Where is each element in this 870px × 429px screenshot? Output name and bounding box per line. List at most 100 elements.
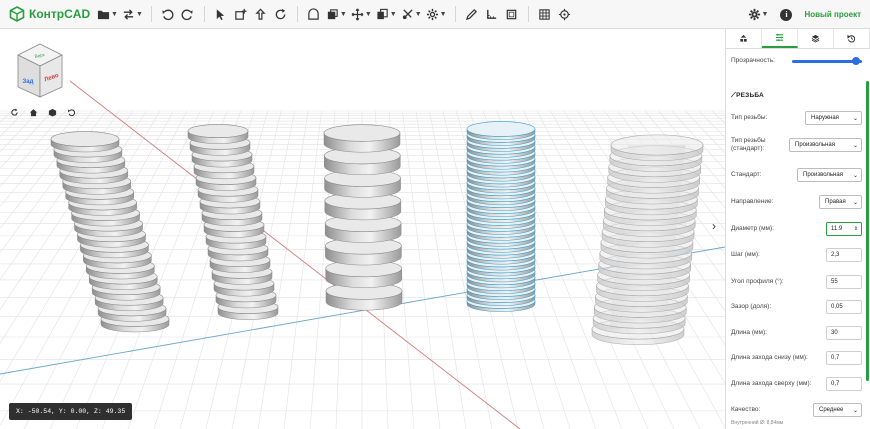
draw-group [462,0,522,29]
direction-select[interactable]: Правая ⌄ [819,195,862,209]
bolt-coarse-thread[interactable] [323,124,403,311]
select-tool-button[interactable] [211,3,231,25]
upload-icon [255,8,267,20]
view-cube[interactable]: Верх Зад Лево [10,41,70,103]
thread-ridge-top [323,124,401,142]
thread-type-value: Наружная [811,115,839,121]
bolt-selected-thread[interactable] [466,121,536,312]
info-button[interactable]: i [776,4,796,26]
tab-history[interactable] [834,29,870,48]
transparency-slider[interactable] [792,57,862,65]
thread-ridge-top [187,124,249,138]
shape-button[interactable] [304,3,324,25]
import-export-button[interactable]: ▼ [120,3,145,25]
settings-menu-button[interactable]: ▼ [424,3,449,25]
lead-top-input[interactable]: 0,7 [826,377,862,391]
tab-objects[interactable] [726,29,762,48]
section-title-text: РЕЗЬБА [736,92,764,99]
lead-bottom-input[interactable]: 0,7 [826,351,862,365]
inner-diameter-hint: Внутренний Ø: 8,84мм [731,420,784,426]
home-icon [29,109,38,117]
measure-button[interactable] [482,3,502,25]
thread-ridge-top [610,134,704,156]
grid-line [712,110,725,124]
pitch-row: Шаг (мм): 2,3 [731,248,862,262]
project-name[interactable]: Новый проект [804,10,861,19]
thread-type-select[interactable]: Наружная ⌄ [805,111,862,125]
target-icon [558,8,571,20]
direction-row: Направление: Правая ⌄ [731,195,862,209]
modifier-menu-button[interactable]: ▼ [399,3,424,25]
undo-view-button[interactable] [65,106,78,119]
lead-top-label: Длина захода сверху (мм): [731,380,812,387]
transparency-slider-handle[interactable] [852,57,860,65]
pencil-icon [465,8,478,20]
undo-button[interactable] [158,3,178,25]
direction-label: Направление: [731,198,774,205]
tab-layers[interactable] [798,29,834,48]
scene-canvas[interactable] [0,29,725,429]
quality-value: Среднее [819,407,844,413]
home-view-button[interactable] [27,106,40,119]
undo-icon [162,9,174,20]
extrude-button[interactable] [251,3,271,25]
diameter-input[interactable]: 11.9 ⇕ [826,222,862,236]
grid-toggle-button[interactable] [535,3,555,25]
chevron-down-icon: ⌄ [852,142,858,149]
toolbar-divider [454,6,456,22]
standard-value: Произвольная [803,172,843,178]
frame-button[interactable] [502,3,522,25]
quality-label: Качество: [731,406,761,413]
draw-button[interactable] [462,3,482,25]
quality-row: Качество: Среднее ⌄ [731,403,862,417]
thread-std-type-value: Произвольная [795,142,835,148]
tab-properties[interactable] [762,29,798,48]
view-controls [8,106,78,119]
quality-select[interactable]: Среднее ⌄ [813,403,862,417]
diameter-value: 11.9 [831,226,843,232]
redo-button[interactable] [178,3,198,25]
collapse-panel-chevron-icon[interactable]: › [712,219,716,233]
file-menu-button[interactable]: ▼ [95,3,120,25]
gear-icon [748,8,760,21]
grid-line [283,110,322,429]
toolbar-divider [296,6,298,22]
layers-icon [811,34,820,43]
thread-type-row: Тип резьбы: Наружная ⌄ [731,111,862,125]
frame-icon [506,9,517,19]
standard-select[interactable]: Произвольная ⌄ [797,168,862,182]
cube-face-back[interactable]: Зад [23,79,34,85]
app-logo[interactable]: КонтрCAD [9,6,95,22]
add-sketch-button[interactable] [231,3,251,25]
snap-button[interactable] [555,3,575,25]
solid-menu-button[interactable]: ▼ [324,3,349,25]
settings-icon [426,8,438,20]
length-row: Длина (мм): 30 [731,326,862,340]
grid-line [0,110,26,137]
pitch-input[interactable]: 2,3 [826,248,862,262]
profile-angle-input[interactable]: 55 [826,275,862,289]
direction-value: Правая [825,199,846,205]
properties-panel: Прозрачность: ⟋РЕЗЬБА Тип резьбы: Наружн… [725,29,870,429]
stepper-icon[interactable]: ⇕ [854,226,858,232]
rotate-button[interactable] [271,3,291,25]
transparency-row: Прозрачность: [731,57,862,65]
view-mode-button[interactable] [46,106,59,119]
panel-tabs [726,29,870,49]
3d-viewport[interactable]: Верх Зад Лево X: -50.54, Y: 0.00, Z: 49.… [0,29,725,429]
panel-scrollbar[interactable] [866,81,869,381]
grid-line [0,110,39,153]
copy-menu-button[interactable]: ▼ [374,3,399,25]
thread-section-title: ⟋РЕЗЬБА [731,92,764,100]
clearance-input[interactable]: 0,05 [826,300,862,314]
bolt-transparent-thread[interactable] [591,134,704,345]
length-input[interactable]: 30 [826,326,862,340]
reset-view-button[interactable] [8,106,21,119]
thread-std-type-row: Тип резьбы (стандарт): Произвольная ⌄ [731,137,862,153]
logo-text: КонтрCAD [29,7,91,21]
lead-top-row: Длина захода сверху (мм): 0,7 [731,377,862,391]
app-settings-button[interactable]: ▼ [746,4,771,26]
profile-angle-label: Угол профиля (°): [731,278,784,285]
move-menu-button[interactable]: ▼ [349,3,374,25]
thread-std-type-select[interactable]: Произвольная ⌄ [789,138,862,152]
